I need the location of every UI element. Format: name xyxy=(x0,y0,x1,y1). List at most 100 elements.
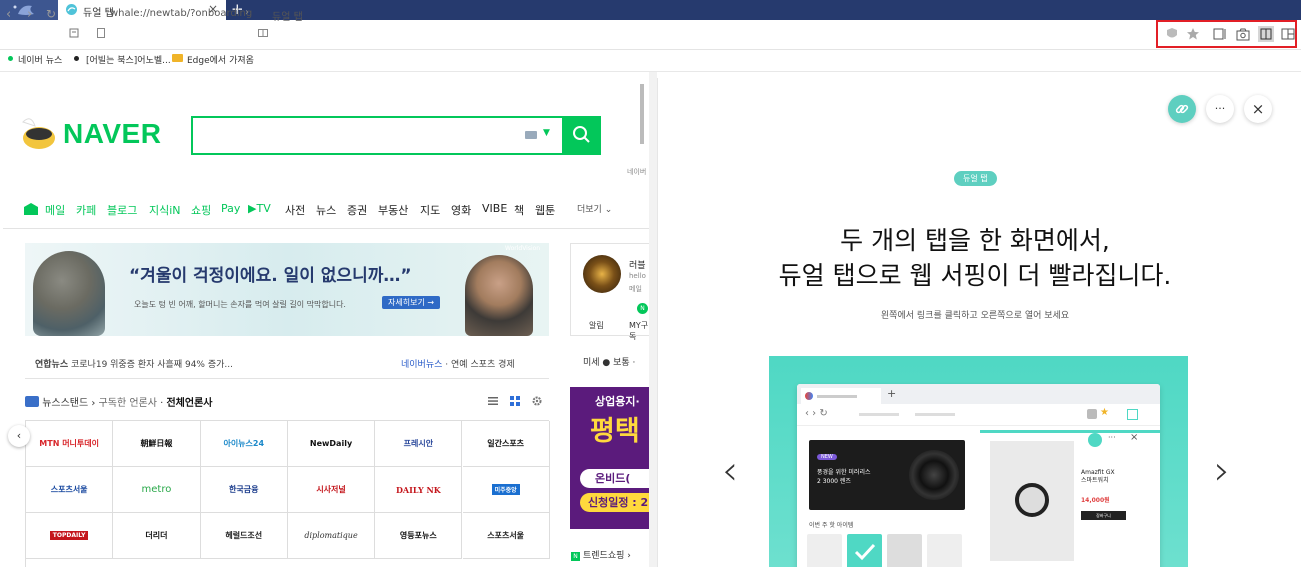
headline-news[interactable]: 연합뉴스 코로나19 위중증 환자 사흘째 94% 증가... xyxy=(35,357,233,370)
press-logo[interactable]: diplomatique xyxy=(287,513,376,559)
menu-mail[interactable]: 메일 xyxy=(45,202,65,218)
more-options-button[interactable]: ··· xyxy=(1206,95,1234,123)
pane-divider[interactable] xyxy=(649,72,657,567)
grid-view-icon[interactable] xyxy=(510,396,520,406)
press-logo[interactable]: MTN 머니투데이 xyxy=(26,421,114,467)
menu-blog[interactable]: 블로그 xyxy=(107,202,137,218)
url-field[interactable]: whale://newtab/?onboarding xyxy=(110,8,252,19)
press-logo-label: TOPDAILY xyxy=(49,531,89,540)
menu-webtoon[interactable]: 웹툰 xyxy=(535,202,555,218)
settings-gear-icon[interactable] xyxy=(532,396,542,406)
login-profile-box[interactable]: 러블 hello 메일 N 알림 MY구독 xyxy=(570,243,649,341)
press-logo[interactable]: 아이뉴스24 xyxy=(200,421,288,467)
press-logo[interactable]: 프레시안 xyxy=(375,421,463,467)
forward-button[interactable]: › xyxy=(27,7,32,22)
keyboard-icon[interactable] xyxy=(525,131,537,139)
news-link-naver[interactable]: 네이버뉴스 xyxy=(401,360,442,370)
air-quality[interactable]: 미세 ● 보통 · xyxy=(583,355,635,368)
sidebar-icon[interactable] xyxy=(1213,27,1227,41)
press-logo[interactable]: metro xyxy=(113,467,201,513)
search-button[interactable] xyxy=(562,116,601,155)
menu-tv[interactable]: ▶TV xyxy=(248,202,271,215)
banner-watermark: WorldVision xyxy=(505,245,541,252)
press-logo[interactable]: 스포츠서울 xyxy=(462,513,550,559)
watch-title: Amazfit GX 스마트워치 xyxy=(1081,469,1115,484)
news-link-sports[interactable]: 스포츠 xyxy=(470,360,495,370)
menu-stock[interactable]: 증권 xyxy=(347,202,367,218)
close-button[interactable]: × xyxy=(1244,95,1272,123)
mock-favicon xyxy=(805,392,813,400)
bookmark-3[interactable]: Edge에서 가져옴 xyxy=(187,53,254,66)
split-view-icon[interactable] xyxy=(1281,27,1295,41)
prev-page-button[interactable]: ‹ xyxy=(8,425,30,447)
reload-button[interactable]: ↻ xyxy=(46,7,56,21)
heading-line-2: 듀얼 탭으로 웹 서핑이 더 빨라집니다. xyxy=(778,261,1172,290)
menu-kin[interactable]: 지식iN xyxy=(149,202,181,218)
avatar[interactable] xyxy=(583,255,621,293)
press-logo[interactable]: 스포츠서울 xyxy=(26,467,114,513)
link-button[interactable] xyxy=(1168,95,1196,123)
press-logo[interactable]: 일간스포츠 xyxy=(462,421,550,467)
watch-cart-button: 장바구니 xyxy=(1081,511,1126,520)
camera-icon[interactable] xyxy=(1236,27,1250,41)
menu-news[interactable]: 뉴스 xyxy=(316,202,336,218)
back-button[interactable]: ‹ xyxy=(6,7,11,22)
menu-realestate[interactable]: 부동산 xyxy=(378,202,408,218)
bookmark-1[interactable]: 네이버 뉴스 xyxy=(18,53,62,66)
star-icon[interactable] xyxy=(1186,27,1200,41)
watch-price: 14,000원 xyxy=(1081,497,1110,504)
press-logo[interactable]: 더리더 xyxy=(113,513,201,559)
naver-search-input[interactable]: ▼ xyxy=(191,116,564,155)
list-view-icon[interactable] xyxy=(488,396,498,406)
press-logo[interactable]: NewDaily xyxy=(287,421,376,467)
autocomplete-caret-icon[interactable]: ▼ xyxy=(543,128,550,138)
left-pane-naver: NAVER ▼ 메일 카페 블로그 지식iN 쇼핑 Pay ▶TV 사전 뉴스 … xyxy=(3,78,649,567)
home-icon[interactable] xyxy=(69,28,79,38)
menu-pay[interactable]: Pay xyxy=(221,202,240,215)
menu-shopping[interactable]: 쇼핑 xyxy=(191,202,211,218)
mock-left-pane: NEW 풍경을 위한 미러리스 2 3000 렌즈 이번 주 핫 아이템 xyxy=(797,430,977,567)
mock-dual-tab-icon xyxy=(1127,409,1138,420)
menu-more[interactable]: 더보기 ⌄ xyxy=(577,202,612,215)
menu-more-label: 더보기 xyxy=(577,205,602,215)
mock-link-icon xyxy=(1088,433,1102,447)
menu-movie[interactable]: 영화 xyxy=(451,202,471,218)
scrollbar[interactable] xyxy=(640,84,644,144)
mail-icon xyxy=(24,203,38,215)
trend-shopping[interactable]: N 트렌드쇼핑 › xyxy=(571,548,631,561)
ad-label: 온비드( xyxy=(580,469,649,488)
banner-subtext: 오늘도 텅 빈 어깨, 할머니는 손자를 먹여 살릴 길이 막막합니다. xyxy=(134,300,346,309)
menu-book[interactable]: 책 xyxy=(514,202,524,218)
news-links: 네이버뉴스 · 연예 스포츠 경제 xyxy=(401,360,515,370)
profile-mail-link[interactable]: 알림 xyxy=(589,320,604,331)
press-logo[interactable]: 미주중앙 xyxy=(462,467,550,513)
naver-n-icon: N xyxy=(571,552,580,561)
news-link-ent[interactable]: 연예 xyxy=(451,360,468,370)
press-logo[interactable]: 朝鮮日報 xyxy=(113,421,201,467)
menu-dictionary[interactable]: 사전 xyxy=(285,202,305,218)
newsstand-all[interactable]: 전체언론사 xyxy=(166,398,212,409)
press-logo[interactable]: 헤럴드조선 xyxy=(200,513,288,559)
press-logo[interactable]: 한국금융 xyxy=(200,467,288,513)
news-link-economy[interactable]: 경제 xyxy=(498,360,515,370)
dual-tab-icon[interactable] xyxy=(1258,26,1274,42)
press-logo[interactable]: DAILY NK xyxy=(375,467,463,513)
newsstand-subscribed[interactable]: 구독한 언론사 xyxy=(99,398,157,409)
banner-cta-button[interactable]: 자세히보기 → xyxy=(382,296,441,309)
next-slide-button[interactable]: › xyxy=(1214,448,1230,494)
prev-slide-button[interactable]: ‹ xyxy=(722,448,738,494)
naver-logo[interactable]: NAVER xyxy=(63,118,161,150)
ad-banner[interactable]: 상업용지· 평택 온비드( 신청일정 : 2 xyxy=(570,387,649,529)
press-logo[interactable]: 영등포뉴스 xyxy=(375,513,463,559)
menu-map[interactable]: 지도 xyxy=(420,202,440,218)
bookmark-2[interactable]: [어빌는 북스]어노벨... xyxy=(86,53,171,66)
banner-photo-grandmother xyxy=(33,251,105,336)
press-logo[interactable]: 시사저널 xyxy=(287,467,376,513)
shield-icon[interactable] xyxy=(1165,27,1179,41)
newsstand-title[interactable]: 뉴스스탠드 xyxy=(42,398,88,409)
profile-my-link[interactable]: MY구독 xyxy=(629,320,649,342)
press-logo[interactable]: TOPDAILY xyxy=(26,513,114,559)
donation-banner[interactable]: WorldVision “겨울이 걱정이에요. 일이 없으니까…” 오늘도 텅 … xyxy=(25,243,549,336)
menu-cafe[interactable]: 카페 xyxy=(76,202,96,218)
menu-vibe[interactable]: VIBE xyxy=(482,202,507,215)
